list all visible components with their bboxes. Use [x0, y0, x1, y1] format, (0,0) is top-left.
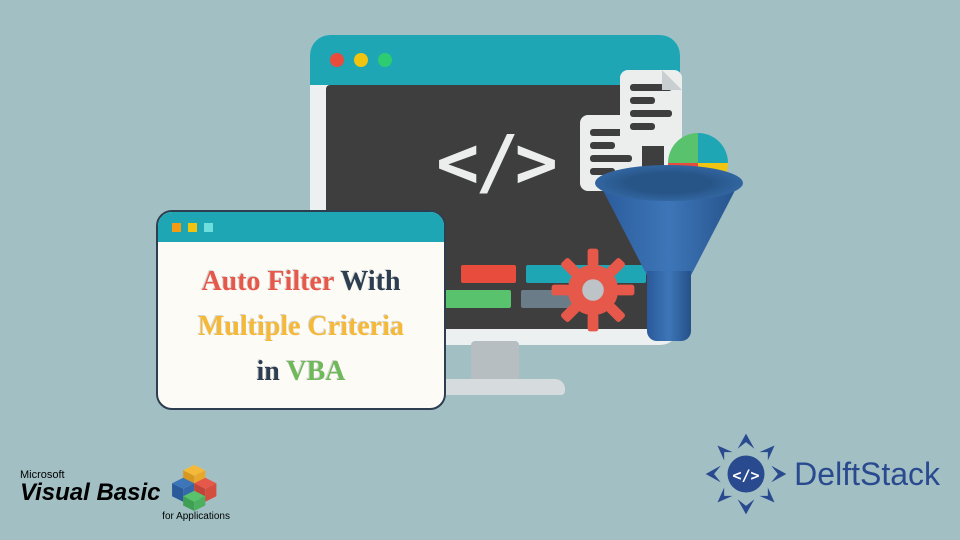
- title-text: Auto Filter With Multiple Criteria in VB…: [158, 242, 444, 410]
- traffic-light-yellow-icon: [354, 53, 368, 67]
- delftstack-emblem-icon: </>: [704, 432, 788, 516]
- delftstack-label: DelftStack: [794, 456, 940, 493]
- vb-cubes-icon: [169, 463, 225, 511]
- title-word-auto-filter: Auto Filter: [201, 266, 333, 297]
- delftstack-logo: </> DelftStack: [704, 432, 940, 516]
- svg-text:</>: </>: [733, 467, 760, 485]
- title-word-with: With: [340, 266, 400, 297]
- gear-icon: [548, 245, 638, 335]
- square-dot-icon: [204, 223, 213, 232]
- code-brackets-icon: </>: [436, 120, 554, 204]
- code-bar: [461, 265, 516, 283]
- title-card: Auto Filter With Multiple Criteria in VB…: [156, 210, 446, 410]
- title-word-multiple-criteria: Multiple Criteria: [198, 311, 404, 342]
- monitor-base: [425, 379, 565, 395]
- monitor-stand: [471, 341, 519, 381]
- vb-logo-visual-basic: Visual Basic: [20, 481, 161, 505]
- traffic-light-green-icon: [378, 53, 392, 67]
- square-dot-icon: [172, 223, 181, 232]
- visual-basic-logo: Microsoft Visual Basic for Applications: [20, 463, 230, 522]
- vb-logo-for-applications: for Applications: [80, 511, 230, 522]
- document-icon: [620, 70, 682, 146]
- title-card-titlebar: [158, 212, 444, 242]
- traffic-light-red-icon: [330, 53, 344, 67]
- title-word-vba: VBA: [286, 356, 345, 387]
- title-word-in: in: [257, 356, 280, 387]
- square-dot-icon: [188, 223, 197, 232]
